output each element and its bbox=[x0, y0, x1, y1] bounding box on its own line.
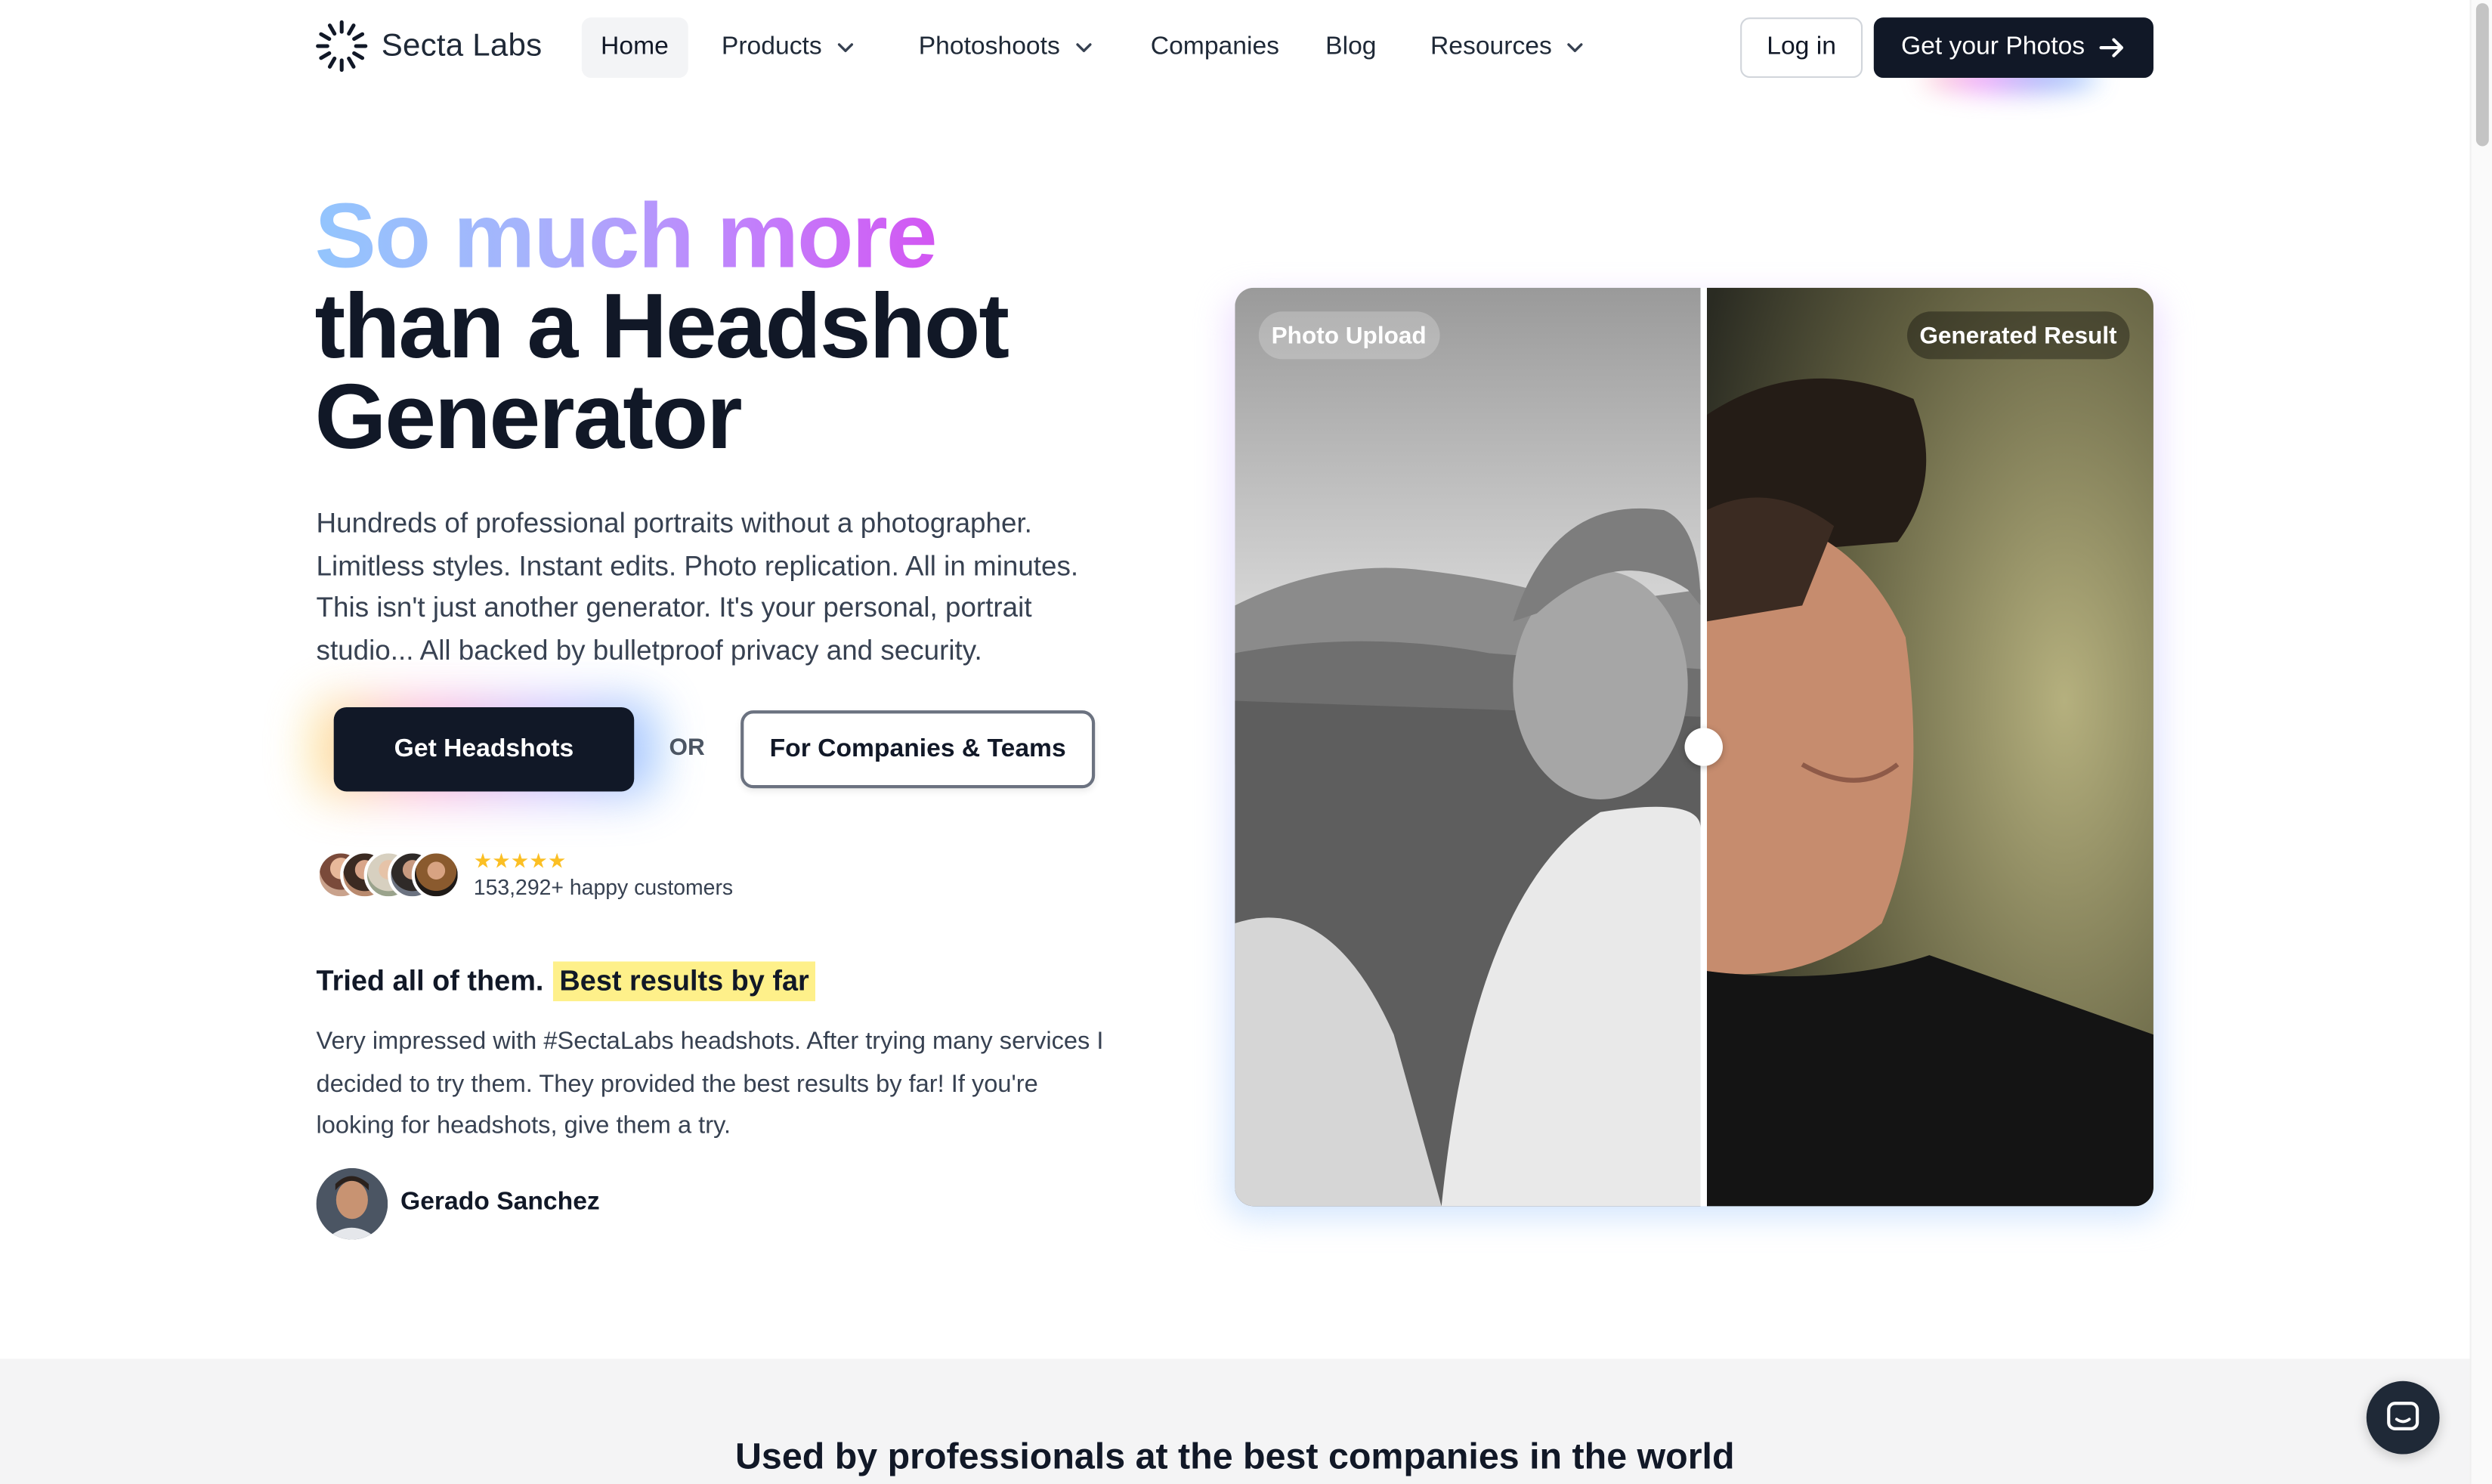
get-photos-label: Get your Photos bbox=[1900, 33, 2085, 60]
chat-launcher-button[interactable] bbox=[2366, 1380, 2440, 1455]
secta-logo-icon bbox=[316, 20, 368, 73]
chat-icon bbox=[2387, 1402, 2419, 1430]
rating-stars: ★★★★★ bbox=[473, 849, 567, 873]
nav-companies[interactable]: Companies bbox=[1151, 17, 1279, 78]
nav-products[interactable]: Products bbox=[722, 17, 857, 78]
hero-heading-line2: than a Headshot bbox=[314, 274, 1009, 379]
get-photos-button[interactable]: Get your Photos bbox=[1873, 17, 2153, 79]
nav-resources-label: Resources bbox=[1430, 33, 1552, 60]
testimonial-body: Very impressed with #SectaLabs headshots… bbox=[316, 1028, 1104, 1140]
companies-teams-button[interactable]: For Companies & Teams bbox=[740, 710, 1096, 789]
login-label: Log in bbox=[1767, 33, 1836, 60]
testimonial-highlight: Best results by far bbox=[553, 961, 816, 1002]
testimonial-title: Tried all of them. Best results by far bbox=[316, 961, 816, 1002]
chevron-down-icon bbox=[838, 43, 854, 52]
before-after-slider[interactable]: Photo Upload Generated Result bbox=[1235, 287, 2153, 1207]
author-avatar bbox=[316, 1167, 388, 1240]
top-nav: Secta Labs Home Products Photoshoots Com… bbox=[0, 0, 2470, 98]
page-scrollbar[interactable] bbox=[2469, 0, 2492, 1484]
get-headshots-label: Get Headshots bbox=[394, 734, 574, 762]
nav-photoshoots[interactable]: Photoshoots bbox=[919, 17, 1095, 78]
nav-products-label: Products bbox=[721, 33, 822, 60]
nav-photoshoots-label: Photoshoots bbox=[918, 33, 1060, 60]
hero-heading-gradient: So much more bbox=[314, 190, 1007, 282]
hero-heading-line3: Generator bbox=[314, 365, 742, 469]
login-button[interactable]: Log in bbox=[1740, 17, 1863, 79]
avatar bbox=[411, 850, 461, 900]
photo-upload-image bbox=[1235, 287, 1701, 1207]
customers-count: 153,292+ happy customers bbox=[473, 875, 734, 900]
page-root: Secta Labs Home Products Photoshoots Com… bbox=[0, 0, 2492, 1484]
testimonial-title-text: Tried all of them. bbox=[316, 964, 544, 997]
get-headshots-button[interactable]: Get Headshots bbox=[333, 706, 635, 792]
nav-companies-label: Companies bbox=[1150, 33, 1280, 60]
customer-avatars bbox=[316, 850, 463, 901]
brand-logo[interactable]: Secta Labs bbox=[314, 19, 542, 73]
arrow-right-icon bbox=[2099, 38, 2123, 57]
chevron-down-icon bbox=[1076, 43, 1092, 52]
nav-home-label: Home bbox=[601, 33, 669, 60]
nav-blog-label: Blog bbox=[1325, 33, 1377, 60]
brand-name: Secta Labs bbox=[381, 27, 543, 63]
scrollbar-thumb[interactable] bbox=[2475, 3, 2489, 147]
nav-blog[interactable]: Blog bbox=[1325, 17, 1376, 78]
or-separator: OR bbox=[669, 734, 705, 762]
author-photo bbox=[316, 1167, 388, 1240]
hero-lead: Hundreds of professional portraits witho… bbox=[316, 506, 1079, 666]
generated-result-tag: Generated Result bbox=[1906, 311, 2130, 360]
chevron-down-icon bbox=[1568, 43, 1584, 52]
companies-band-title: Used by professionals at the best compan… bbox=[734, 1435, 1735, 1476]
slider-handle[interactable] bbox=[1684, 728, 1723, 766]
nav-resources[interactable]: Resources bbox=[1430, 17, 1587, 78]
companies-teams-label: For Companies & Teams bbox=[769, 734, 1066, 762]
nav-home[interactable]: Home bbox=[581, 17, 688, 79]
author-name: Gerado Sanchez bbox=[400, 1189, 600, 1217]
generated-result-image bbox=[1706, 287, 2153, 1207]
photo-upload-tag: Photo Upload bbox=[1258, 311, 1439, 360]
hero-heading: So much more than a Headshot Generator bbox=[314, 190, 1009, 469]
